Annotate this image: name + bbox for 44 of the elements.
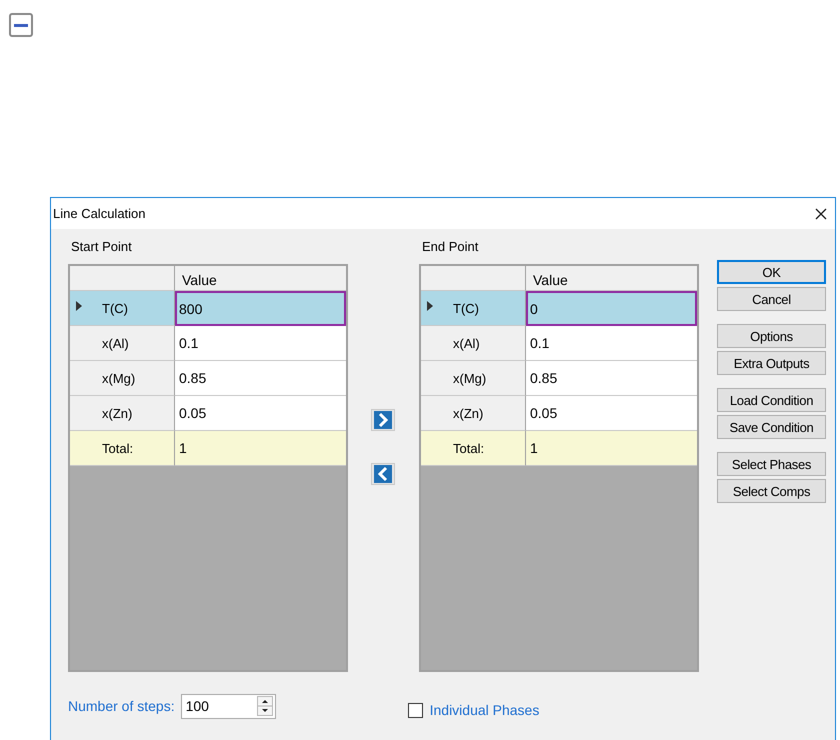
table-cell[interactable]: 0 [526,291,697,326]
checkbox-label: Individual Phases [430,702,540,718]
table-cell[interactable]: 0.1 [175,326,346,361]
row-header[interactable]: x(Mg) [70,361,175,396]
spin-arrows-icon[interactable] [256,696,273,716]
table-cell[interactable]: 0.05 [526,396,697,431]
table-cell[interactable]: 0.05 [175,396,346,431]
panel-label: End Point [421,238,480,256]
steps-spin-field[interactable]: 100 [180,694,276,718]
dialog-button[interactable]: Select Phases [717,452,826,476]
steps-label: Number of steps: [68,698,175,714]
row-header[interactable]: x(Al) [421,326,526,361]
dialog-button[interactable]: OK [717,260,826,284]
copy-left-button[interactable] [371,463,395,485]
row-header[interactable]: Total: [421,431,526,466]
minimize-icon[interactable] [9,13,33,37]
row-header[interactable]: x(Mg) [421,361,526,396]
current-row-icon [76,301,82,311]
dialog-button[interactable]: Save Condition [717,415,826,439]
dialog-button[interactable]: Select Comps [717,479,826,503]
copy-right-button[interactable] [371,409,395,431]
row-header[interactable]: T(C) [421,291,526,326]
row-header[interactable]: x(Al) [70,326,175,361]
window-title: Line Calculation [53,206,146,221]
row-header[interactable]: T(C) [70,291,175,326]
column-header: Value [175,266,346,291]
close-icon[interactable] [815,208,827,220]
dialog-button[interactable]: Cancel [717,287,826,311]
row-header[interactable]: x(Zn) [70,396,175,431]
table-cell[interactable]: 0.85 [175,361,346,396]
table-cell[interactable]: 1 [526,431,697,466]
current-row-icon [427,301,433,311]
column-header: Value [526,266,697,291]
row-header[interactable]: x(Zn) [421,396,526,431]
table-cell[interactable]: 1 [175,431,346,466]
table-cell[interactable]: 0.1 [526,326,697,361]
checkbox[interactable] [408,702,423,718]
panel-label: Start Point [70,238,133,256]
dialog-button[interactable]: Load Condition [717,388,826,412]
dialog-button[interactable]: Extra Outputs [717,351,826,375]
dialog-button[interactable]: Options [717,324,826,348]
row-header[interactable]: Total: [70,431,175,466]
table-cell[interactable]: 0.85 [526,361,697,396]
table-cell[interactable]: 800 [175,291,346,326]
